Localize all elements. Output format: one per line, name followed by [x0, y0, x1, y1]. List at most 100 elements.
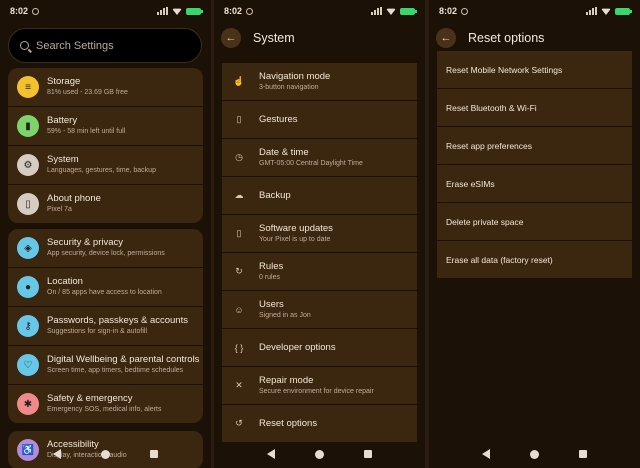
- system-item-text: Date & time GMT-05:00 Central Daylight Ti…: [259, 147, 363, 169]
- notification-icon: [246, 7, 254, 15]
- reset-option-reset-app-preferences[interactable]: Reset app preferences: [437, 127, 632, 164]
- signal-icon: [371, 7, 382, 15]
- back-nav-icon[interactable]: [482, 449, 490, 459]
- key-icon: ⚷: [17, 315, 39, 337]
- system-item-title: Rules: [259, 260, 284, 272]
- search-input[interactable]: Search Settings: [8, 28, 202, 63]
- system-item-subtitle: GMT-05:00 Central Daylight Time: [259, 159, 363, 167]
- settings-item-text: Location On / 85 apps have access to loca…: [47, 276, 162, 298]
- system-item-subtitle: Your Pixel is up to date: [259, 235, 331, 243]
- reset-option-reset-mobile-network-settings[interactable]: Reset Mobile Network Settings: [437, 51, 632, 88]
- settings-item-digital-wellbeing-parental-controls[interactable]: ♡ Digital Wellbeing & parental controls Sc…: [8, 346, 203, 384]
- search-placeholder: Search Settings: [36, 39, 114, 52]
- battery-icon: ▮: [17, 115, 39, 137]
- system-item-users[interactable]: ☺ Users Signed in as Jon: [222, 291, 417, 328]
- settings-item-text: Safety & emergency Emergency SOS, medical…: [47, 393, 161, 415]
- reset-option-reset-bluetooth-wi-fi[interactable]: Reset Bluetooth & Wi-Fi: [437, 89, 632, 126]
- system-item-software-updates[interactable]: ▯ Software updates Your Pixel is up to dat…: [222, 215, 417, 252]
- settings-item-title: System: [47, 154, 79, 165]
- system-item-rules[interactable]: ↻ Rules 0 rules: [222, 253, 417, 290]
- system-item-title: Reset options: [259, 417, 318, 429]
- signal-icon: [157, 7, 168, 15]
- settings-item-security-privacy[interactable]: ◈ Security & privacy App security, device …: [8, 229, 203, 267]
- back-nav-icon[interactable]: [53, 449, 61, 459]
- settings-item-subtitle: App security, device lock, permissions: [47, 250, 165, 257]
- system-item-date-time[interactable]: ◷ Date & time GMT-05:00 Central Daylight T…: [222, 139, 417, 176]
- settings-item-storage[interactable]: ≡ Storage 81% used - 23.69 GB free: [8, 68, 203, 106]
- settings-main-panel: 8:02 Search Settings ≡ Storage 81% used - …: [0, 0, 211, 468]
- system-item-navigation-mode[interactable]: ☝ Navigation mode 3-button navigation: [222, 63, 417, 100]
- settings-item-title: Location: [47, 276, 83, 287]
- system-item-backup[interactable]: ☁ Backup: [222, 177, 417, 214]
- reset-option-erase-all-data-factory-reset[interactable]: Erase all data (factory reset): [437, 241, 632, 278]
- system-item-repair-mode[interactable]: ✕ Repair mode Secure environment for devic…: [222, 367, 417, 404]
- status-bar: 8:02: [0, 0, 211, 22]
- page-header: ← System: [221, 26, 425, 50]
- clock-icon: ◷: [235, 152, 243, 162]
- system-item-title: Backup: [259, 189, 291, 201]
- recents-nav-icon[interactable]: [364, 450, 372, 458]
- wifi-icon: [172, 8, 182, 15]
- reset-option-erase-esims[interactable]: Erase eSIMs: [437, 165, 632, 202]
- back-button[interactable]: ←: [221, 28, 241, 48]
- shield-icon: ◈: [17, 237, 39, 259]
- system-item-title: Software updates: [259, 222, 333, 234]
- system-item-text: Developer options: [259, 342, 336, 354]
- settings-item-text: Security & privacy App security, device l…: [47, 237, 165, 259]
- notification-icon: [461, 7, 469, 15]
- reset-option-delete-private-space[interactable]: Delete private space: [437, 203, 632, 240]
- settings-item-passwords-passkeys-accounts[interactable]: ⚷ Passwords, passkeys & accounts Suggestio…: [8, 307, 203, 345]
- system-item-text: Software updates Your Pixel is up to date: [259, 223, 333, 245]
- status-bar: 8:02: [429, 0, 640, 22]
- person-icon: ☺: [234, 304, 244, 315]
- settings-item-subtitle: Pixel 7a: [47, 206, 72, 213]
- history-icon: ↺: [235, 418, 243, 428]
- battery-status-icon: [615, 7, 632, 15]
- wellbeing-icon: ♡: [17, 354, 39, 376]
- settings-item-title: Battery: [47, 115, 78, 126]
- home-nav-icon[interactable]: [315, 449, 324, 459]
- gear-icon: ⚙: [17, 154, 39, 176]
- settings-item-text: Storage 81% used - 23.69 GB free: [47, 76, 128, 98]
- settings-item-battery[interactable]: ▮ Battery 59% - 58 min left until full: [8, 107, 203, 145]
- page-title: Reset options: [468, 31, 545, 45]
- system-item-text: Users Signed in as Jon: [259, 299, 311, 321]
- system-item-subtitle: 0 rules: [259, 273, 281, 281]
- reset-options-list: Reset Mobile Network Settings Reset Bluet…: [437, 51, 632, 279]
- settings-item-subtitle: Suggestions for sign-in & autofill: [47, 328, 147, 335]
- settings-item-location[interactable]: ● Location On / 85 apps have access to loc…: [8, 268, 203, 306]
- settings-item-system[interactable]: ⚙ System Languages, gestures, time, backup: [8, 146, 203, 184]
- settings-group-privacy: ◈ Security & privacy App security, device …: [8, 229, 203, 423]
- settings-group-device: ≡ Storage 81% used - 23.69 GB free ▮ Battery…: [8, 68, 203, 223]
- system-item-gestures[interactable]: ▯ Gestures: [222, 101, 417, 138]
- recents-nav-icon[interactable]: [150, 450, 158, 458]
- settings-item-text: About phone Pixel 7a: [47, 193, 101, 215]
- status-time: 8:02: [10, 6, 29, 16]
- system-update-icon: ▯: [236, 228, 242, 238]
- system-item-developer-options[interactable]: { } Developer options: [222, 329, 417, 366]
- back-button[interactable]: ←: [436, 28, 456, 48]
- back-nav-icon[interactable]: [267, 449, 275, 459]
- system-item-text: Navigation mode 3-button navigation: [259, 71, 330, 93]
- system-item-title: Developer options: [259, 341, 336, 353]
- settings-item-safety-emergency[interactable]: ✱ Safety & emergency Emergency SOS, medica…: [8, 385, 203, 423]
- recents-nav-icon[interactable]: [579, 450, 587, 458]
- system-item-title: Users: [259, 298, 284, 310]
- settings-item-subtitle: 81% used - 23.69 GB free: [47, 89, 128, 96]
- settings-item-subtitle: Languages, gestures, time, backup: [47, 167, 156, 174]
- system-item-text: Repair mode Secure environment for device…: [259, 375, 374, 397]
- battery-status-icon: [400, 7, 417, 15]
- home-nav-icon[interactable]: [101, 449, 110, 459]
- system-item-text: Reset options: [259, 418, 317, 430]
- settings-item-text: Digital Wellbeing & parental controls Scr…: [47, 354, 199, 376]
- settings-item-subtitle: Emergency SOS, medical info, alerts: [47, 406, 162, 413]
- home-nav-icon[interactable]: [530, 449, 539, 459]
- wifi-icon: [386, 8, 396, 15]
- settings-item-subtitle: Screen time, app timers, bedtime schedul…: [47, 367, 184, 374]
- system-item-title: Navigation mode: [259, 70, 331, 82]
- phone-gesture-icon: ▯: [236, 114, 242, 124]
- battery-status-icon: [186, 7, 203, 15]
- settings-item-about-phone[interactable]: ▯ About phone Pixel 7a: [8, 185, 203, 223]
- settings-item-subtitle: On / 85 apps have access to location: [47, 289, 162, 296]
- system-item-reset-options[interactable]: ↺ Reset options: [222, 405, 417, 442]
